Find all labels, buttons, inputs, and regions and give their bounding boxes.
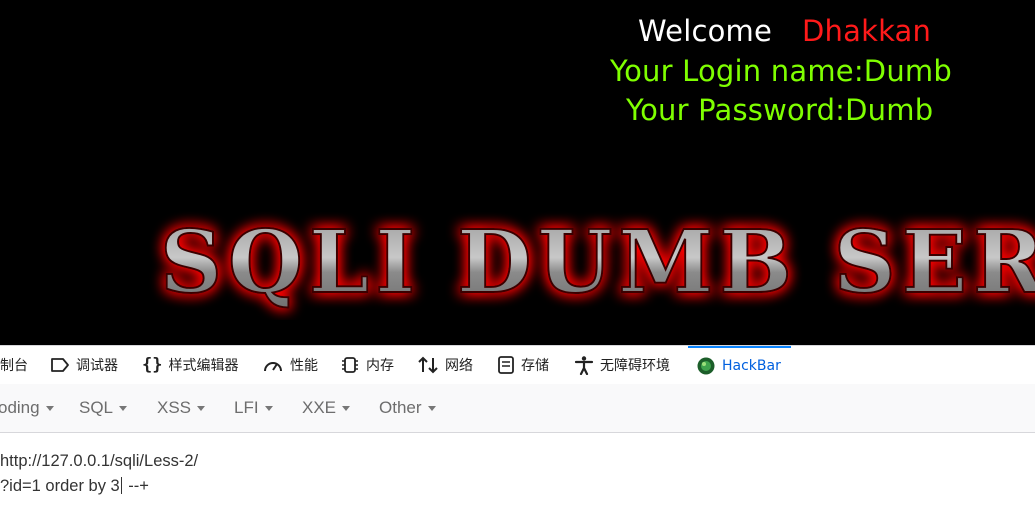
tab-style-editor-label: 样式编辑器 [168, 358, 239, 374]
url-line-2: ?id=1 order by 3 --+ [0, 477, 149, 496]
chevron-down-icon [264, 406, 273, 412]
tab-accessibility[interactable]: 无障碍环境 [574, 346, 670, 384]
tab-storage-label: 存储 [521, 358, 549, 374]
url-line-1: http://127.0.0.1/sqli/Less-2/ [0, 452, 199, 470]
tab-network[interactable]: 网络 [417, 346, 473, 384]
tab-memory-label: 内存 [366, 358, 394, 374]
menu-xxe-label: XXE [302, 398, 337, 417]
tab-console[interactable]: 制台 [0, 346, 28, 384]
url-comment-text: --+ [123, 477, 149, 495]
tab-memory[interactable]: 内存 [340, 346, 394, 384]
menu-encoding[interactable]: oding [0, 398, 54, 418]
url-query-text: ?id=1 order by 3 [0, 477, 120, 495]
tab-network-label: 网络 [445, 358, 473, 374]
page-viewport: Welcome Dhakkan Your Login name:Dumb You… [0, 0, 1035, 345]
tab-storage[interactable]: 存储 [497, 346, 549, 384]
menu-xss-label: XSS [157, 398, 192, 417]
chevron-down-icon [197, 406, 206, 412]
menu-encoding-label: oding [0, 398, 40, 417]
password-text: Your Password:Dumb [626, 93, 934, 127]
menu-other-label: Other [379, 398, 422, 417]
debugger-icon [51, 358, 69, 372]
login-name-text: Your Login name:Dumb [610, 54, 952, 88]
banner-text: SQLI DUMB SERIES [160, 212, 1035, 313]
tab-performance-label: 性能 [290, 358, 318, 374]
storage-icon [498, 356, 514, 374]
chevron-down-icon [45, 406, 54, 412]
text-cursor [120, 477, 122, 494]
tab-console-label: 制台 [0, 358, 28, 374]
menu-xss[interactable]: XSS [157, 398, 206, 418]
tab-debugger-label: 调试器 [76, 358, 118, 374]
menu-xxe[interactable]: XXE [302, 398, 351, 418]
network-icon [418, 356, 438, 374]
welcome-username: Dhakkan [802, 14, 932, 48]
menu-sql-label: SQL [79, 398, 114, 417]
tab-hackbar-label: HackBar [722, 358, 781, 374]
tab-style-editor[interactable]: {} 样式编辑器 [142, 346, 238, 384]
menu-lfi-label: LFI [234, 398, 259, 417]
menu-lfi[interactable]: LFI [234, 398, 273, 418]
hackbar-icon [697, 357, 715, 375]
style-editor-icon: {} [142, 355, 163, 375]
chevron-down-icon [427, 406, 436, 412]
menu-sql[interactable]: SQL [79, 398, 128, 418]
memory-icon [342, 357, 358, 373]
accessibility-icon [574, 356, 594, 375]
devtools-tab-bar: 制台 调试器 {} 样式编辑器 性能 内存 网络 存储 无障碍环境 HackBa… [0, 345, 1035, 385]
welcome-label: Welcome [638, 14, 773, 48]
tab-debugger[interactable]: 调试器 [50, 346, 118, 384]
sqli-dumb-series-banner: SQLI DUMB SERIES [0, 200, 1035, 320]
tab-hackbar[interactable]: HackBar [688, 346, 791, 384]
performance-icon [264, 362, 282, 372]
tab-accessibility-label: 无障碍环境 [600, 358, 670, 374]
hackbar-menu-bar: oding SQL XSS LFI XXE Other [0, 384, 1035, 433]
chevron-down-icon [119, 406, 128, 412]
chevron-down-icon [342, 406, 351, 412]
menu-other[interactable]: Other [379, 398, 436, 418]
url-textarea[interactable]: http://127.0.0.1/sqli/Less-2/ ?id=1 orde… [0, 442, 1035, 524]
tab-performance[interactable]: 性能 [262, 346, 318, 384]
